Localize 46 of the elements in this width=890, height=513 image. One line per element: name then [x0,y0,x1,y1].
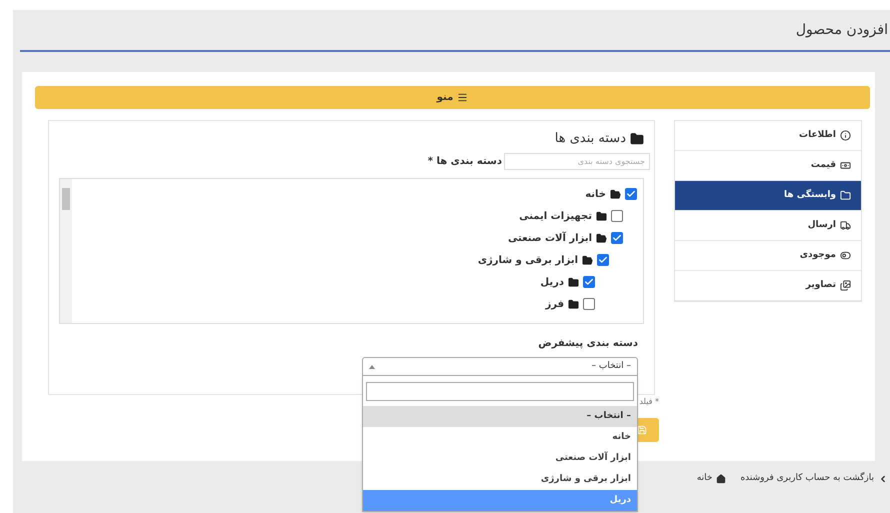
images-icon [840,280,851,291]
category-label: تجهیزات ایمنی [519,210,592,224]
menu-bar[interactable]: منو [35,86,870,109]
breadcrumb-link[interactable]: خانه [696,472,726,486]
checkbox[interactable] [583,298,595,310]
dropdown-option[interactable]: خانه [363,427,637,448]
toggle-icon [840,250,851,261]
scrollbar[interactable] [60,179,72,323]
dropdown-search-field[interactable] [366,382,634,400]
info-icon [840,130,851,141]
checkbox[interactable] [597,254,609,266]
breadcrumb-link[interactable]: بازگشت به حساب کاربری فروشنده [740,472,888,486]
caret-icon [369,364,375,368]
menu-icon [457,92,468,103]
default-category-label: دسته بندی پیشفرض [537,337,638,351]
checkbox[interactable] [611,232,623,244]
folder-icon [568,276,579,288]
folder-icon [596,232,607,244]
category-label: ابزار آلات صنعتی [508,230,592,246]
sidebar-tab[interactable]: وابستگی ها [675,181,861,211]
category-label: ابزار برقی و شارژی [478,254,578,268]
panel-heading: دسته بندی ها [554,130,626,148]
folder-icon [596,210,607,222]
checkbox[interactable] [611,210,623,222]
folder-icon [630,132,644,146]
home-icon [716,474,726,484]
folder-icon [568,298,579,310]
select-field[interactable]: – انتخاب – [362,357,638,376]
page-title: افزودن محصول [796,20,888,40]
chevron-icon [878,474,888,484]
folder-icon [840,190,851,201]
category-label: دریل [540,276,564,290]
required-note: * فیلد [639,396,659,408]
field-label: دسته بندی ها * [428,155,502,169]
folder-icon [582,254,593,266]
checkbox[interactable] [625,188,637,200]
folder-icon [610,188,621,200]
search-field[interactable]: جستجوی دسته بندی [504,153,650,170]
dropdown-option[interactable]: ابزار آلات صنعتی [363,448,637,469]
checkbox[interactable] [583,276,595,288]
category-label: فرز [545,298,564,312]
dropdown-option[interactable]: – انتخاب – [363,406,637,427]
truck-icon [840,220,851,231]
banknote-icon [840,160,851,171]
dropdown-option[interactable]: ابزار برقی و شارژی [363,469,637,490]
category-label: خانه [585,188,606,202]
